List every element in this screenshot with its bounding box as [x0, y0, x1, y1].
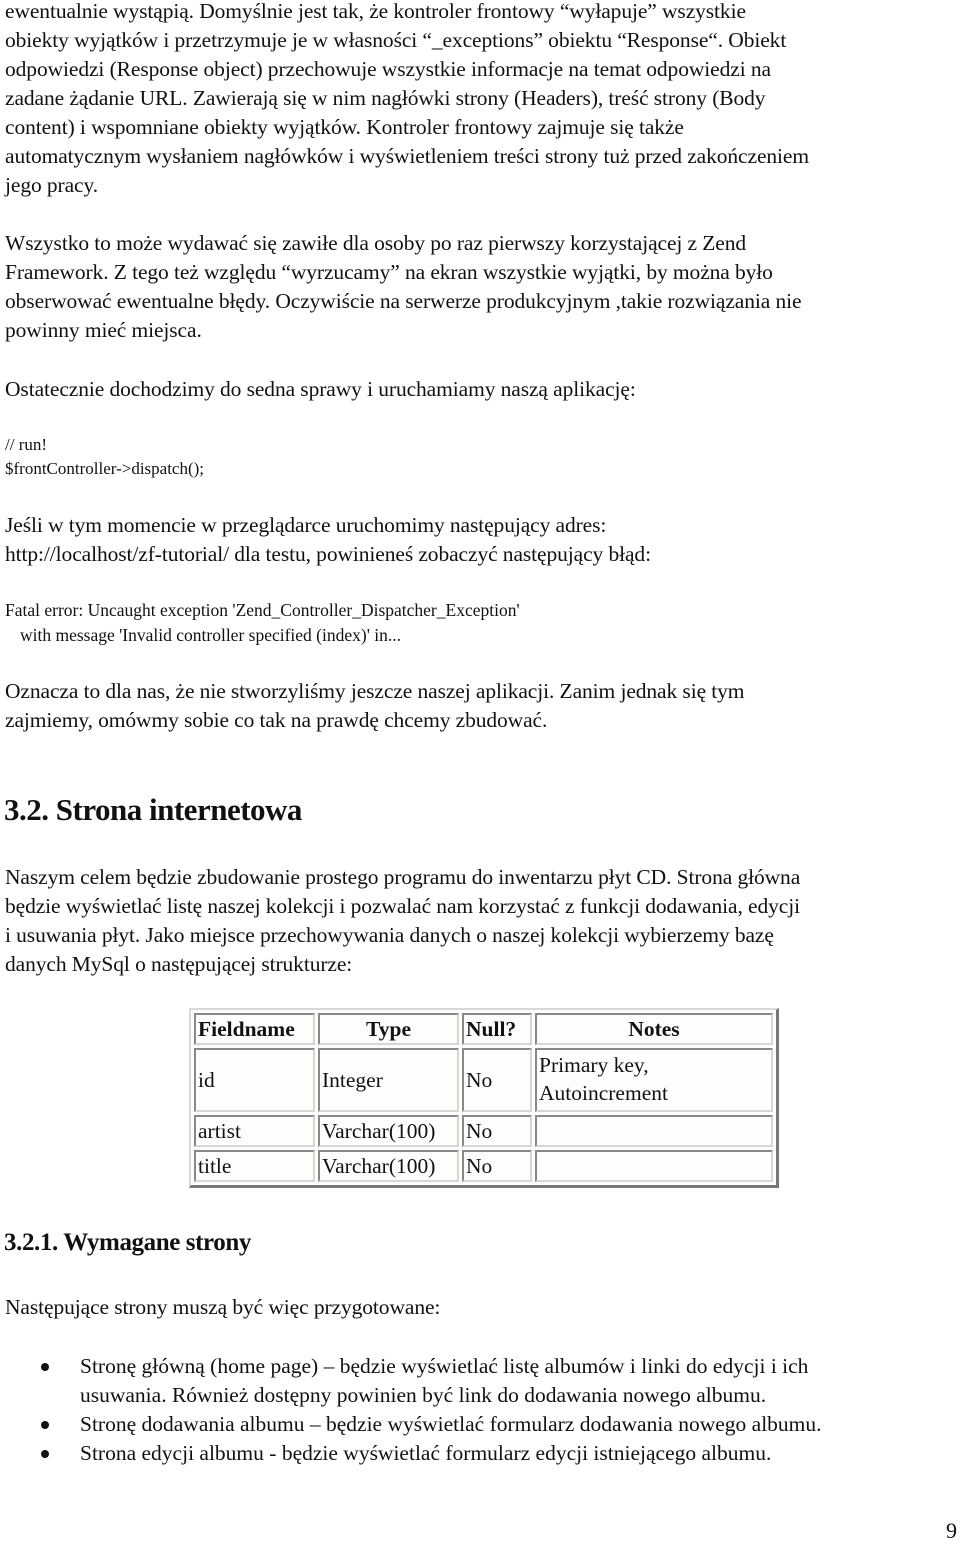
list-item-line: Stronę dodawania albumu – będzie wyświet… — [80, 1412, 822, 1436]
table-header-row: Fieldname Type Null? Notes — [194, 1013, 773, 1045]
section-heading: 3.2. Strona internetowa — [4, 792, 302, 827]
cell-null: No — [462, 1048, 532, 1112]
error-line-2: with message 'Invalid controller specifi… — [20, 625, 401, 645]
database-structure-table: Fieldname Type Null? Notes id Integer No… — [189, 1008, 779, 1188]
text-line: Framework. Z tego też względu “wyrzucamy… — [5, 260, 773, 284]
cell-fieldname: artist — [194, 1115, 315, 1147]
bullet-icon — [41, 1421, 49, 1429]
error-line-1: Fatal error: Uncaught exception 'Zend_Co… — [5, 600, 520, 620]
cell-notes — [535, 1115, 773, 1147]
list-item-line: Strona edycji albumu - będzie wyświetlać… — [80, 1441, 772, 1465]
list-item: Strona edycji albumu - będzie wyświetlać… — [0, 1439, 822, 1468]
bullet-icon — [41, 1450, 49, 1458]
paragraph-front-controller-exceptions: ewentualnie wystąpią. Domyślnie jest tak… — [5, 0, 960, 200]
code-statement: $frontController->dispatch(); — [5, 459, 205, 478]
text-line: będzie wyświetlać listę naszej kolekcji … — [5, 894, 800, 918]
paragraph-exceptions-display: Wszystko to może wydawać się zawiłe dla … — [5, 229, 960, 345]
text-line: jego pracy. — [5, 173, 99, 197]
code-comment: // run! — [5, 435, 48, 454]
table-row: artist Varchar(100) No — [194, 1115, 773, 1147]
column-header-fieldname: Fieldname — [194, 1013, 315, 1045]
cell-type: Integer — [318, 1048, 459, 1112]
paragraph-browser-url: Jeśli w tym momencie w przeglądarce uruc… — [5, 511, 960, 569]
text-line: obserwować ewentualne błędy. Oczywiście … — [5, 289, 802, 313]
text-line: Ostatecznie dochodzimy do sedna sprawy i… — [5, 377, 636, 401]
text-line: danych MySql o następującej strukturze: — [5, 952, 353, 976]
text-line: ewentualnie wystąpią. Domyślnie jest tak… — [5, 0, 746, 23]
column-header-null: Null? — [462, 1013, 532, 1045]
cell-type: Varchar(100) — [318, 1150, 459, 1182]
text-line: i usuwania płyt. Jako miejsce przechowyw… — [5, 923, 774, 947]
paragraph-app-not-created: Oznacza to dla nas, że nie stworzyliśmy … — [5, 677, 960, 735]
subsection-heading: 3.2.1. Wymagane strony — [4, 1229, 251, 1256]
cell-notes — [535, 1150, 773, 1182]
text-line: zadane żądanie URL. Zawierają się w nim … — [5, 86, 766, 110]
text-line: Następujące strony muszą być więc przygo… — [5, 1295, 441, 1319]
paragraph-cd-inventory: Naszym celem będzie zbudowanie prostego … — [5, 863, 960, 979]
notes-line: Autoincrement — [539, 1081, 668, 1105]
list-item: Stronę główną (home page) – będzie wyświ… — [0, 1352, 822, 1410]
column-header-notes: Notes — [535, 1013, 773, 1045]
page-number: 9 — [946, 1518, 957, 1543]
text-line: Oznacza to dla nas, że nie stworzyliśmy … — [5, 679, 745, 703]
column-header-type: Type — [318, 1013, 459, 1045]
list-item-line: usuwania. Również dostępny powinien być … — [80, 1383, 767, 1407]
error-message: Fatal error: Uncaught exception 'Zend_Co… — [5, 598, 520, 648]
cell-null: No — [462, 1150, 532, 1182]
cell-notes: Primary key, Autoincrement — [535, 1048, 773, 1112]
code-snippet: // run! $frontController->dispatch(); — [5, 433, 204, 481]
paragraph-run-application: Ostatecznie dochodzimy do sedna sprawy i… — [5, 375, 960, 404]
text-line: Jeśli w tym momencie w przeglądarce uruc… — [5, 513, 607, 537]
required-pages-list: Stronę główną (home page) – będzie wyświ… — [0, 1352, 822, 1468]
notes-line: Primary key, — [539, 1053, 649, 1077]
text-line: http://localhost/zf-tutorial/ dla testu,… — [5, 542, 651, 566]
text-line: Naszym celem będzie zbudowanie prostego … — [5, 865, 801, 889]
document-page: ewentualnie wystąpią. Domyślnie jest tak… — [0, 0, 960, 1543]
text-line: powinny mieć miejsca. — [5, 318, 202, 342]
list-item-line: Stronę główną (home page) – będzie wyświ… — [80, 1354, 809, 1378]
text-line: odpowiedzi (Response object) przechowuje… — [5, 57, 771, 81]
text-line: Wszystko to może wydawać się zawiłe dla … — [5, 231, 747, 255]
cell-fieldname: id — [194, 1048, 315, 1112]
cell-type: Varchar(100) — [318, 1115, 459, 1147]
text-line: automatycznym wysłaniem nagłówków i wyśw… — [5, 144, 809, 168]
cell-fieldname: title — [194, 1150, 315, 1182]
paragraph-required-pages: Następujące strony muszą być więc przygo… — [5, 1293, 960, 1322]
text-line: obiekty wyjątków i przetrzymuje je w wła… — [5, 28, 787, 52]
list-item: Stronę dodawania albumu – będzie wyświet… — [0, 1410, 822, 1439]
text-line: zajmiemy, omówmy sobie co tak na prawdę … — [5, 708, 548, 732]
database-structure-table-wrapper: Fieldname Type Null? Notes id Integer No… — [189, 1008, 779, 1188]
table-row: title Varchar(100) No — [194, 1150, 773, 1182]
cell-null: No — [462, 1115, 532, 1147]
table-row: id Integer No Primary key, Autoincrement — [194, 1048, 773, 1112]
bullet-icon — [41, 1363, 49, 1371]
text-line: content) i wspomniane obiekty wyjątków. … — [5, 115, 684, 139]
